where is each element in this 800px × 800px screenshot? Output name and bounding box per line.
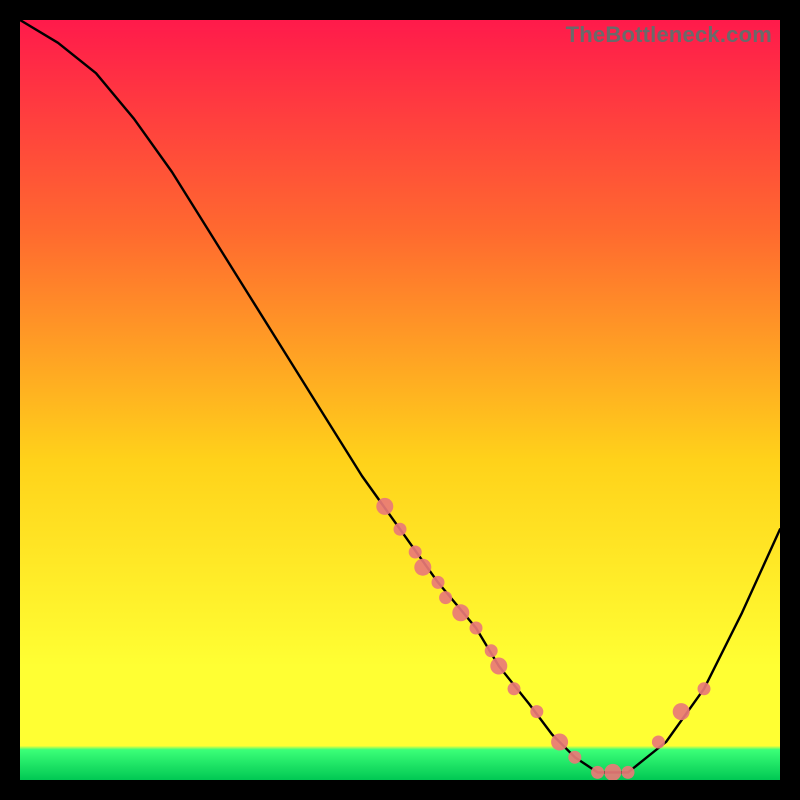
watermark-text: TheBottleneck.com [566, 22, 772, 48]
marker-dot [622, 766, 635, 779]
chart-frame: TheBottleneck.com [20, 20, 780, 780]
chart-svg [20, 20, 780, 780]
marker-dot [551, 734, 568, 751]
marker-dot [394, 523, 407, 536]
marker-dot [485, 644, 498, 657]
marker-dot [698, 682, 711, 695]
marker-dot [376, 498, 393, 515]
marker-dot [568, 751, 581, 764]
marker-dot [409, 546, 422, 559]
marker-dot [530, 705, 543, 718]
marker-dot [673, 703, 690, 720]
marker-dot [490, 658, 507, 675]
marker-dot [452, 604, 469, 621]
marker-dot [470, 622, 483, 635]
marker-dot [508, 682, 521, 695]
marker-dot [414, 559, 431, 576]
marker-dot [439, 591, 452, 604]
marker-dot [652, 736, 665, 749]
gradient-background [20, 20, 780, 780]
marker-dot [591, 766, 604, 779]
marker-dot [432, 576, 445, 589]
